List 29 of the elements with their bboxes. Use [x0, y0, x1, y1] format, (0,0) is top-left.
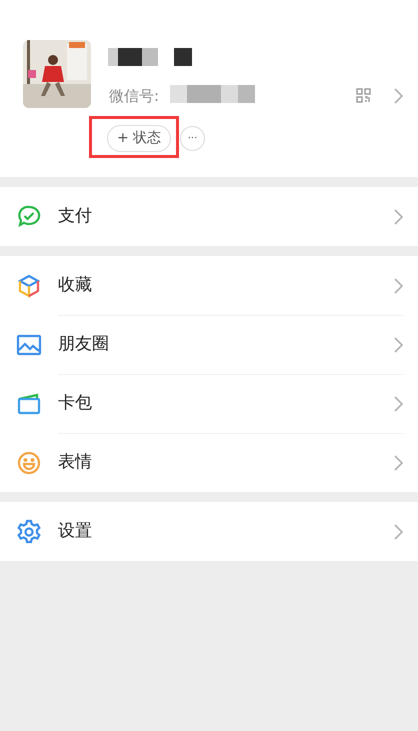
- menu-item-label: 卡包: [58, 392, 93, 416]
- chevron-icon: [394, 208, 403, 224]
- more-button[interactable]: ···: [180, 126, 205, 151]
- menu-item-label: 表情: [58, 451, 93, 474]
- chevron-icon: [394, 278, 403, 294]
- qr-code-icon: [356, 88, 371, 103]
- chevron-icon: [394, 88, 403, 104]
- cube-icon: [16, 272, 42, 298]
- menu-item[interactable]: 朋友圈: [0, 315, 418, 374]
- menu-item-label: 收藏: [58, 274, 93, 297]
- menu-item[interactable]: 设置: [0, 502, 418, 561]
- menu-item-label: 支付: [58, 204, 93, 228]
- menu-item[interactable]: 表情: [0, 433, 418, 492]
- menu-item-label: 设置: [58, 520, 93, 543]
- pay-icon: [16, 204, 42, 230]
- settings-icon: [16, 518, 42, 544]
- status-button[interactable]: + 状态: [107, 125, 172, 152]
- menu-item-label: 朋友圈: [58, 333, 110, 356]
- menu-item[interactable]: 收藏: [0, 256, 418, 315]
- menu-item[interactable]: 卡包: [0, 374, 418, 433]
- menu-item[interactable]: 支付: [0, 187, 418, 246]
- chevron-icon: [394, 396, 403, 412]
- chevron-icon: [394, 524, 403, 540]
- smiley-icon: [16, 450, 42, 476]
- chevron-icon: [394, 455, 403, 471]
- chevron-icon: [394, 337, 403, 353]
- wechat-id-label: 微信号:: [109, 86, 160, 107]
- image-icon: [16, 332, 42, 356]
- wallet-icon: [16, 392, 42, 416]
